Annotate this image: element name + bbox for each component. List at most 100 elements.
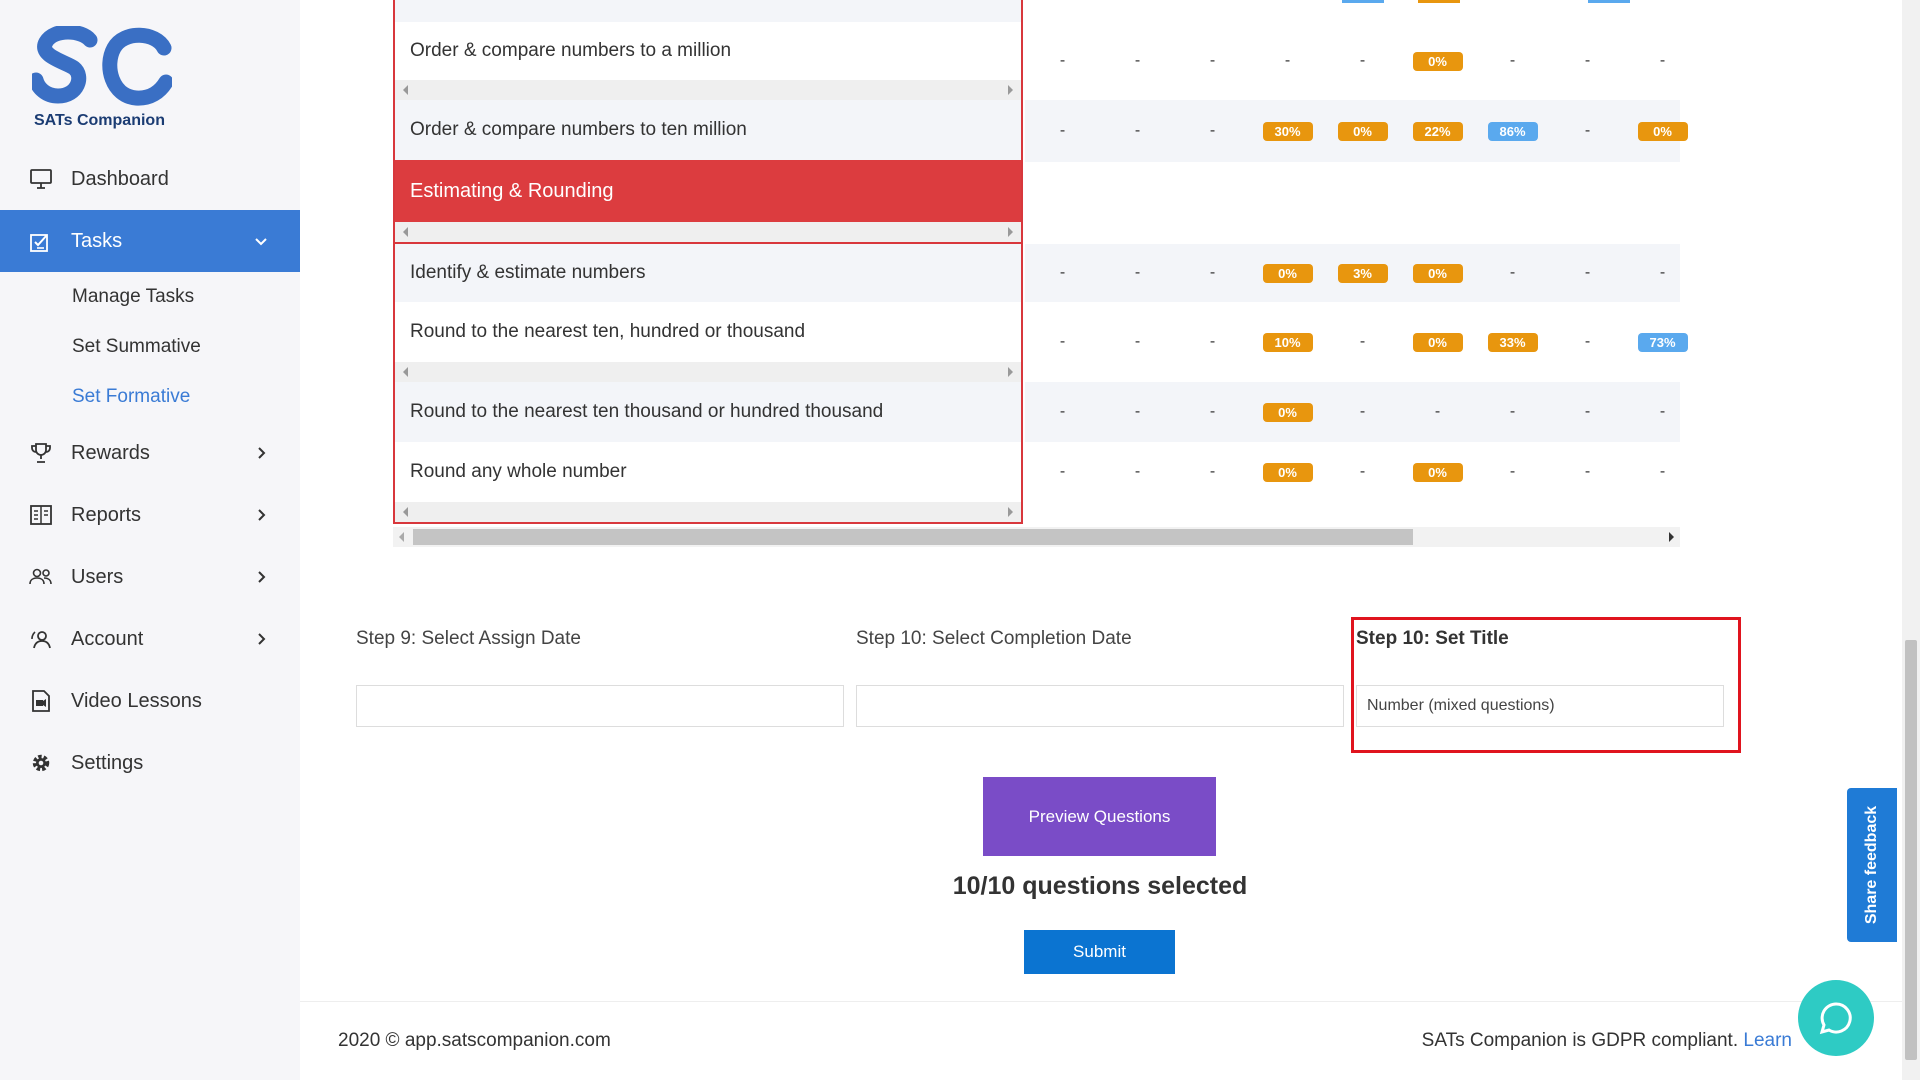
cell: -	[1209, 463, 1216, 480]
score-badge[interactable]: 22%	[1412, 121, 1463, 141]
page-scrollbar[interactable]	[1902, 0, 1920, 1080]
assign-date-label: Step 9: Select Assign Date	[356, 628, 581, 649]
cell: -	[1584, 122, 1591, 139]
cell: -	[1059, 333, 1066, 350]
cell: -	[1509, 463, 1516, 480]
sidebar-item-users[interactable]: Users	[0, 546, 300, 608]
page-scrollbar-thumb[interactable]	[1905, 640, 1917, 1060]
cell: -	[1059, 463, 1066, 480]
row-label: Identify & estimate numbers	[393, 244, 1023, 302]
cell: -	[1209, 403, 1216, 420]
cell: 86%	[1475, 121, 1550, 141]
row-cells: - - - 0% 3% 0% - - -	[1025, 244, 1680, 302]
cell: -	[1284, 52, 1291, 69]
gdpr-text: SATs Companion is GDPR compliant.	[1421, 1030, 1744, 1051]
sidebar-item-label: Dashboard	[71, 167, 169, 190]
cell: 22%	[1400, 121, 1475, 141]
gdpr-learn-link[interactable]: Learn	[1743, 1030, 1792, 1051]
sidebar-item-label: Users	[71, 565, 124, 588]
sidebar-item-label: Rewards	[71, 441, 150, 464]
cell: -	[1659, 463, 1666, 480]
score-badge[interactable]: 0%	[1637, 121, 1688, 141]
sidebar-item-rewards[interactable]: Rewards	[0, 422, 300, 484]
cell: 10%	[1250, 332, 1325, 352]
footer-gdpr: SATs Companion is GDPR compliant. Learn	[1422, 1030, 1792, 1052]
sidebar-sub-manage-tasks[interactable]: Manage Tasks	[0, 272, 300, 322]
share-feedback-button[interactable]: Share feedback	[1847, 788, 1897, 942]
score-badge[interactable]: 30%	[1262, 121, 1313, 141]
cell: -	[1059, 52, 1066, 69]
row-cells	[1025, 0, 1680, 22]
assign-date-input[interactable]	[356, 685, 844, 727]
cell: 0%	[1400, 462, 1475, 482]
score-badge[interactable]: 0%	[1262, 402, 1313, 422]
score-badge[interactable]: 86%	[1487, 121, 1538, 141]
cell: -	[1359, 52, 1366, 69]
cell: -	[1134, 403, 1141, 420]
table-row-partial	[393, 0, 1680, 22]
cell: -	[1359, 403, 1366, 420]
sidebar-sub-set-formative[interactable]: Set Formative	[0, 372, 300, 422]
cell: -	[1059, 264, 1066, 281]
cell: -	[1659, 264, 1666, 281]
table-horizontal-scrollbar[interactable]	[393, 527, 1680, 547]
row-scrollbar[interactable]	[393, 502, 1023, 522]
section-scrollbar[interactable]	[393, 222, 1023, 242]
row-scrollbar[interactable]	[393, 80, 1023, 100]
tasks-icon	[29, 229, 53, 253]
trophy-icon	[29, 441, 53, 465]
score-badge[interactable]: 0%	[1412, 51, 1463, 71]
chevron-right-icon	[258, 571, 266, 583]
scroll-right-arrow[interactable]	[1669, 532, 1674, 542]
cell: 0%	[1625, 121, 1700, 141]
sidebar-item-reports[interactable]: Reports	[0, 484, 300, 546]
score-badge[interactable]: 3%	[1337, 263, 1388, 283]
chat-button[interactable]	[1798, 980, 1874, 1056]
sidebar-item-account[interactable]: Account	[0, 608, 300, 670]
score-badge[interactable]: 0%	[1337, 121, 1388, 141]
score-badge[interactable]: 33%	[1487, 332, 1538, 352]
row-label: Round to the nearest ten, hundred or tho…	[393, 302, 1023, 362]
score-badge[interactable]: 0%	[1412, 462, 1463, 482]
completion-date-input[interactable]	[856, 685, 1344, 727]
submit-button[interactable]: Submit	[1024, 930, 1175, 974]
cell: -	[1659, 52, 1666, 69]
table-bottom-border	[393, 522, 1023, 524]
sidebar-item-video-lessons[interactable]: Video Lessons	[0, 670, 300, 732]
cell: -	[1509, 264, 1516, 281]
score-badge[interactable]: 0%	[1412, 263, 1463, 283]
score-badge[interactable]: 0%	[1412, 332, 1463, 352]
chevron-right-icon	[258, 633, 266, 645]
title-input[interactable]	[1356, 685, 1724, 727]
row-cells: - - - 10% - 0% 33% - 73%	[1025, 302, 1688, 382]
cell: -	[1359, 463, 1366, 480]
chevron-right-icon	[258, 509, 266, 521]
progress-table: Order & compare numbers to a million - -…	[393, 0, 1688, 548]
cell: -	[1209, 264, 1216, 281]
preview-questions-button[interactable]: Preview Questions	[983, 777, 1216, 856]
score-badge[interactable]: 73%	[1637, 332, 1688, 352]
section-header[interactable]: Estimating & Rounding	[393, 160, 1023, 222]
cell: -	[1509, 52, 1516, 69]
cell: -	[1134, 463, 1141, 480]
score-badge[interactable]: 10%	[1262, 332, 1313, 352]
sidebar-sub-set-summative[interactable]: Set Summative	[0, 322, 300, 372]
cell: -	[1134, 264, 1141, 281]
row-label: Round to the nearest ten thousand or hun…	[393, 382, 1023, 442]
scrollbar-thumb[interactable]	[413, 529, 1413, 545]
sidebar: SATs Companion Dashboard Tasks Manage Ta…	[0, 0, 300, 1080]
score-badge[interactable]: 0%	[1262, 263, 1313, 283]
scroll-left-arrow[interactable]	[399, 532, 404, 542]
row-label-cell	[393, 0, 1023, 22]
row-cells: - - - - - 0% - - -	[1025, 22, 1680, 100]
video-icon	[29, 689, 53, 713]
sidebar-item-tasks[interactable]: Tasks	[0, 210, 300, 272]
score-badge[interactable]: 0%	[1262, 462, 1313, 482]
sidebar-item-settings[interactable]: Settings	[0, 732, 300, 794]
row-scrollbar[interactable]	[393, 362, 1023, 382]
sidebar-item-dashboard[interactable]: Dashboard	[0, 148, 300, 210]
reports-icon	[29, 503, 53, 527]
logo[interactable]: SATs Companion	[32, 26, 172, 134]
cell: -	[1584, 403, 1591, 420]
cell: -	[1659, 403, 1666, 420]
